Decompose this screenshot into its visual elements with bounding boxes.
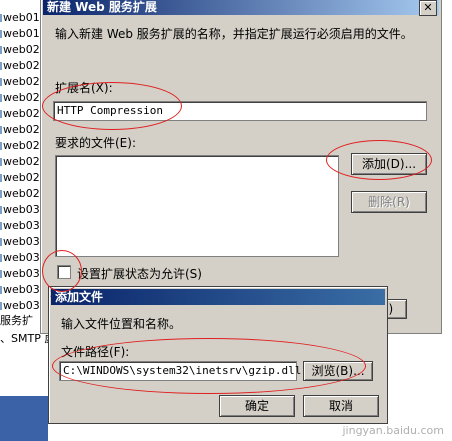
extension-name-input[interactable]: HTTP Compression [53,101,427,121]
new-web-service-extension-dialog: 新建 Web 服务扩展 ✕ 输入新建 Web 服务扩展的名称，并指定扩展运行必须… [40,0,442,334]
add-file-button[interactable]: 添加(D)... [351,153,427,175]
file-path-input[interactable]: C:\WINDOWS\system32\inetsrv\gzip.dll [59,361,301,381]
allow-status-label: 设置扩展状态为允许(S) [77,267,202,281]
ok-button[interactable]: 确定 [219,395,295,417]
allow-status-checkbox[interactable] [57,265,71,279]
file-path-label: 文件路径(F): [61,345,130,359]
extension-name-label: 扩展名(X): [55,81,113,95]
browse-button[interactable]: 浏览(B)... [303,361,373,381]
required-files-list[interactable] [55,155,339,257]
cancel-button[interactable]: 取消 [303,395,379,417]
background-desktop [0,396,48,441]
background-status-tab[interactable]: 服务扩 [0,312,33,328]
watermark: jingyan.baidu.com [342,424,444,437]
dialog-description: 输入新建 Web 服务扩展的名称，并指定扩展运行必须启用的文件。 [55,27,413,41]
close-icon[interactable]: ✕ [419,0,437,16]
add-file-dialog-title[interactable]: 添加文件 [51,289,385,305]
add-file-description: 输入文件位置和名称。 [61,317,182,331]
dialog-title[interactable]: 新建 Web 服务扩展 [43,0,439,15]
required-files-label: 要求的文件(E): [55,136,136,150]
add-file-dialog: 添加文件 ✕ 输入文件位置和名称。 文件路径(F): C:\WINDOWS\sy… [48,286,388,424]
remove-file-button[interactable]: 删除(R) [351,191,427,213]
